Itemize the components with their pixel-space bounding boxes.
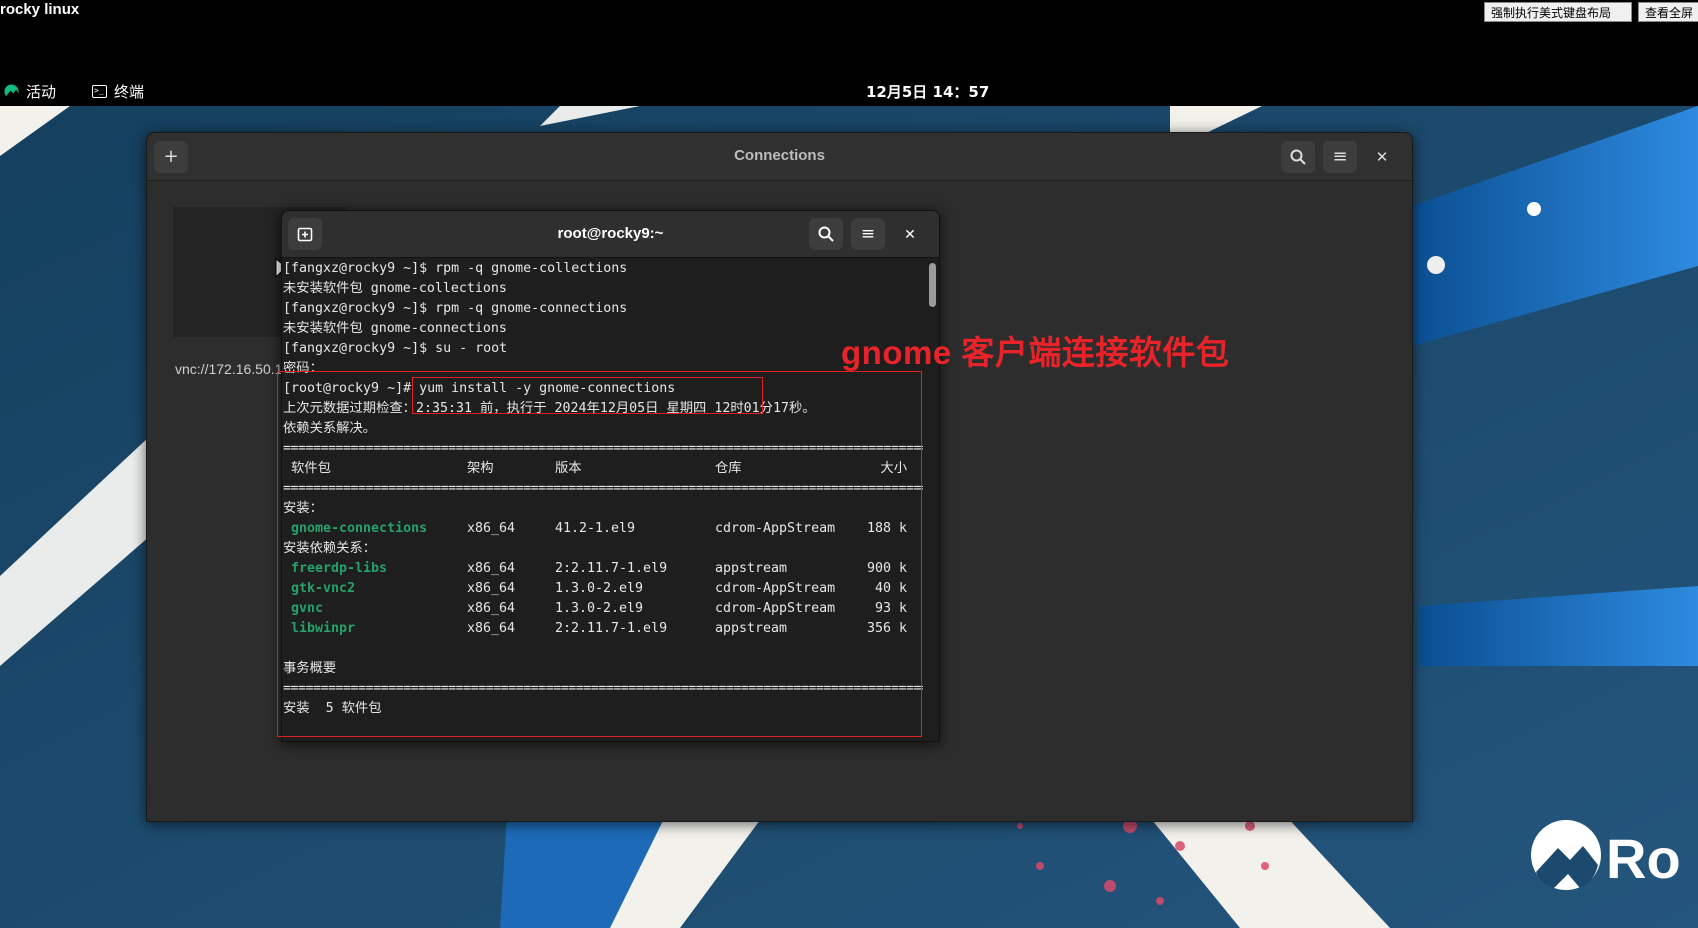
hamburger-icon: ≡ xyxy=(1332,146,1348,167)
terminal-headerbar: root@rocky9:~ ≡ ✕ xyxy=(282,211,939,258)
gnome-top-panel: 活动 >_ 终端 12月5日 14：57 xyxy=(0,76,1698,106)
terminal-app-menu[interactable]: >_ 终端 xyxy=(92,81,144,102)
terminal-icon: >_ xyxy=(92,85,107,98)
terminal-line: [fangxz@rocky9 ~]$ rpm -q gnome-connecti… xyxy=(283,301,628,316)
close-icon: ✕ xyxy=(904,227,916,243)
terminal-search-button[interactable] xyxy=(809,218,843,250)
connections-search-button[interactable] xyxy=(1281,141,1315,173)
viewer-toolbar: rocky linux 强制执行美式键盘布局 查看全屏 xyxy=(0,0,1698,76)
svg-text:Ro: Ro xyxy=(1606,827,1681,890)
hamburger-icon: ≡ xyxy=(860,224,876,244)
annotation-box-command xyxy=(412,377,763,414)
terminal-menu-button[interactable]: ≡ xyxy=(851,218,885,250)
connections-headerbar: + Connections ≡ ✕ xyxy=(147,133,1412,181)
terminal-close-button[interactable]: ✕ xyxy=(893,218,927,250)
activities-label: 活动 xyxy=(26,83,57,101)
activities-button[interactable]: 活动 xyxy=(4,81,56,102)
force-us-keyboard-button[interactable]: 强制执行美式键盘布局 xyxy=(1484,2,1632,22)
terminal-app-label: 终端 xyxy=(114,83,145,101)
connection-address-label: vnc://172.16.50.1 xyxy=(175,361,283,377)
connections-close-button[interactable]: ✕ xyxy=(1365,141,1399,173)
rocky-logo: Ro xyxy=(1531,820,1681,890)
connections-menu-button[interactable]: ≡ xyxy=(1323,141,1357,173)
search-icon xyxy=(818,226,834,242)
terminal-line: 未安装软件包 gnome-connections xyxy=(283,321,507,336)
close-icon: ✕ xyxy=(1375,148,1389,166)
terminal-line: [fangxz@rocky9 ~]$ su - root xyxy=(283,341,508,356)
connections-title: Connections xyxy=(734,147,825,164)
clock[interactable]: 12月5日 14：57 xyxy=(866,81,989,102)
search-icon xyxy=(1290,149,1306,165)
viewer-title: rocky linux xyxy=(0,1,80,18)
fullscreen-button[interactable]: 查看全屏 xyxy=(1638,2,1698,22)
annotation-box-output xyxy=(277,371,922,737)
annotation-label: gnome 客户端连接软件包 xyxy=(841,334,1230,371)
terminal-scrollbar[interactable] xyxy=(929,263,936,307)
terminal-line: 未安装软件包 gnome-collections xyxy=(283,281,507,296)
rocky-activities-icon xyxy=(4,84,19,99)
terminal-line: [fangxz@rocky9 ~]$ rpm -q gnome-collecti… xyxy=(283,261,628,276)
